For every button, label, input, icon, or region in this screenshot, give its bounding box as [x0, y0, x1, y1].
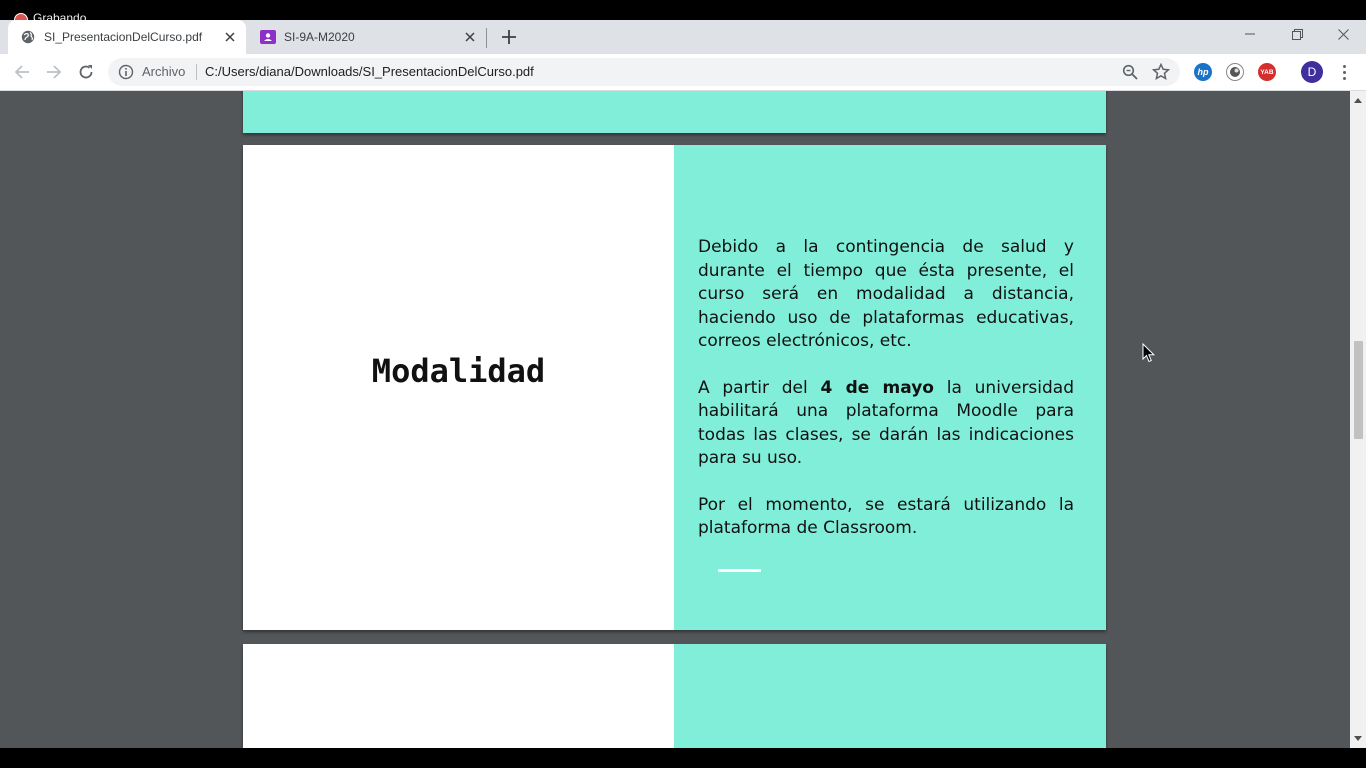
pdf-page-current: Modalidad Debido a la contingencia de sa… — [243, 145, 1106, 630]
slide-paragraph-2: A partir del 4 de mayo la universidad ha… — [698, 377, 1075, 469]
avatar-initial: D — [1307, 65, 1317, 79]
address-separator — [196, 64, 197, 80]
globe-icon — [20, 29, 36, 45]
close-tab-icon[interactable] — [460, 27, 480, 47]
tab-title: SI-9A-M2020 — [284, 30, 355, 44]
more-menu-icon[interactable] — [1336, 62, 1352, 82]
yab-icon[interactable]: YAB — [1258, 63, 1276, 81]
recording-indicator: Grabando — [0, 0, 1366, 20]
pdf-page-next — [243, 644, 1106, 748]
bookmark-star-icon[interactable] — [1152, 63, 1170, 81]
mouse-cursor-icon — [1142, 343, 1156, 363]
forward-arrow-icon — [47, 65, 62, 79]
tab-pdf[interactable]: SI_PresentacionDelCurso.pdf — [8, 20, 246, 54]
slide-teal-panel — [674, 644, 1106, 748]
new-tab-button[interactable] — [498, 26, 520, 48]
zoom-icon[interactable] — [1122, 64, 1138, 80]
back-arrow-icon — [14, 65, 29, 79]
restore-button[interactable] — [1287, 24, 1307, 44]
close-window-button[interactable] — [1333, 24, 1353, 44]
reload-icon — [79, 65, 93, 79]
url-text[interactable]: C:/Users/diana/Downloads/SI_Presentacion… — [205, 64, 534, 79]
address-bar[interactable]: Archivo C:/Users/diana/Downloads/SI_Pres… — [108, 58, 1180, 86]
circle-extension-icon[interactable] — [1226, 63, 1244, 81]
browser-toolbar: Archivo C:/Users/diana/Downloads/SI_Pres… — [0, 54, 1366, 91]
reload-button[interactable] — [74, 60, 98, 84]
recording-label: Grabando — [33, 11, 87, 20]
date-highlight: 4 de mayo — [820, 377, 934, 398]
minimize-button[interactable] — [1240, 24, 1260, 44]
pdf-page-previous — [243, 91, 1106, 133]
accent-line — [718, 569, 761, 572]
tab-classroom[interactable]: SI-9A-M2020 — [248, 20, 486, 54]
slide-paragraph-1: Debido a la contingencia de salud y dura… — [698, 237, 1074, 351]
info-icon[interactable] — [118, 64, 134, 80]
avatar[interactable]: D — [1301, 61, 1323, 83]
slide-paragraph-3: Por el momento, se estará utilizando la … — [698, 494, 1074, 539]
scroll-up-arrow-icon[interactable] — [1350, 93, 1366, 107]
scrollbar-thumb[interactable] — [1354, 341, 1363, 439]
recording-dot-icon — [14, 13, 28, 20]
security-chip[interactable]: Archivo — [142, 64, 185, 79]
scroll-down-arrow-icon[interactable] — [1350, 732, 1366, 746]
slide-title: Modalidad — [371, 352, 546, 390]
pdf-viewer[interactable]: Modalidad Debido a la contingencia de sa… — [0, 91, 1350, 748]
vertical-scrollbar[interactable] — [1350, 91, 1366, 748]
close-tab-icon[interactable] — [220, 27, 240, 47]
tab-title: SI_PresentacionDelCurso.pdf — [44, 30, 203, 44]
taskbar-edge — [0, 748, 1366, 768]
tab-strip: SI_PresentacionDelCurso.pdf SI-9A-M2020 — [0, 20, 1366, 54]
back-button[interactable] — [10, 60, 34, 84]
classroom-icon — [260, 29, 276, 45]
hp-icon[interactable]: hp — [1194, 63, 1212, 81]
forward-button[interactable] — [42, 60, 66, 84]
tab-separator — [486, 28, 487, 48]
slide-body: Debido a la contingencia de salud y dura… — [698, 236, 1074, 564]
